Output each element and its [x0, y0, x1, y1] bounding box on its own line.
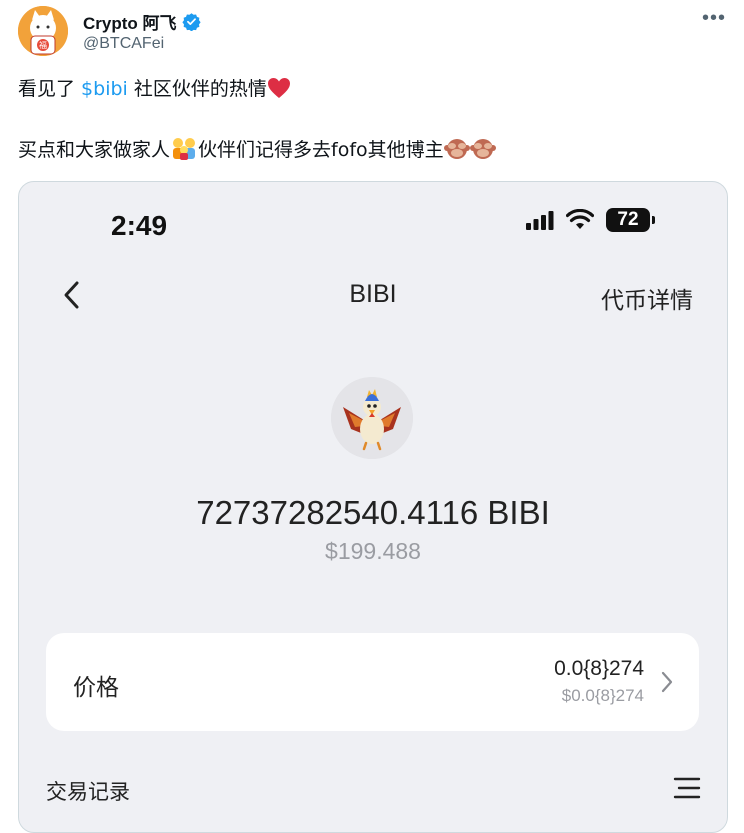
wifi-icon: [566, 209, 594, 229]
menu-lines-icon[interactable]: [673, 776, 701, 800]
status-time: 2:49: [111, 210, 168, 241]
see-no-evil-monkey-emoji: [469, 139, 496, 159]
tweet-text-line-2: 买点和大家做家人 伙伴们记得多去fofo其他博主: [18, 136, 496, 163]
svg-text:福: 福: [39, 41, 47, 50]
author-handle[interactable]: @BTCAFei: [83, 35, 164, 53]
tweet-text-line-1: 看见了 $bibi 社区伙伴的热情: [18, 76, 291, 102]
token-logo: [331, 377, 413, 459]
price-row[interactable]: 价格 0.0{8}274 $0.0{8}274: [46, 633, 699, 731]
tweet-text: 社区伙伴的热情: [127, 78, 267, 100]
tweet-text: 伙伴们记得多去fofo其他博主: [198, 139, 444, 161]
red-heart-emoji: [267, 78, 290, 98]
family-emoji: [173, 138, 196, 160]
avatar[interactable]: 福: [18, 6, 68, 56]
signal-icon: [526, 211, 554, 230]
more-options-icon[interactable]: •••: [702, 8, 726, 28]
verified-badge-icon: [181, 13, 201, 31]
tweet-text: 看见了: [18, 78, 82, 100]
price-label: 价格: [73, 675, 119, 701]
author-name[interactable]: Crypto 阿飞: [83, 9, 177, 34]
attached-screenshot[interactable]: 2:49 72 BIBI 代币详情 72737282540.4116 BIBI …: [18, 181, 728, 833]
see-no-evil-monkey-emoji: [443, 139, 470, 159]
token-balance: 72737282540.4116 BIBI: [196, 494, 550, 531]
author-name-row[interactable]: Crypto 阿飞: [83, 9, 201, 34]
token-details-link[interactable]: 代币详情: [601, 281, 693, 315]
chevron-right-icon: [661, 671, 673, 693]
cashtag-link[interactable]: $bibi: [81, 78, 128, 100]
price-fiat-value: $0.0{8}274: [561, 686, 644, 705]
price-value: 0.0{8}274: [554, 657, 644, 680]
tweet-text: 买点和大家做家人: [18, 139, 171, 161]
fiat-value: $199.488: [325, 538, 421, 564]
status-icons: 72: [526, 208, 655, 232]
battery-icon: 72: [606, 208, 655, 232]
transaction-history-title: 交易记录: [46, 780, 130, 804]
